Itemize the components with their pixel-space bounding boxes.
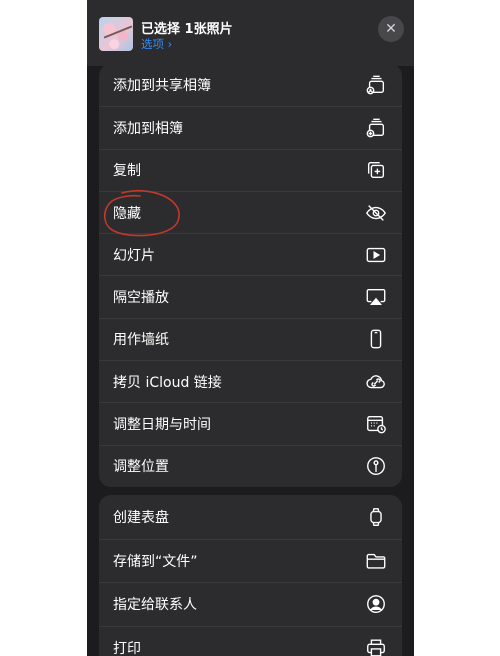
share-sheet: 已选择 1张照片 选项 › ✕ 添加到共享相簿 添加到相簿 复制 隐藏 幻灯片 … — [87, 0, 414, 656]
actions-group-primary: 添加到共享相簿 添加到相簿 复制 隐藏 幻灯片 隔空播放 用作墙纸 拷贝 iCl… — [99, 64, 402, 487]
slideshow-play-icon — [364, 243, 388, 267]
photo-thumbnail — [99, 17, 133, 51]
printer-icon — [364, 636, 388, 656]
options-link[interactable]: 选项 › — [141, 36, 172, 52]
menu-item-create-watch-face[interactable]: 创建表盘 — [99, 495, 402, 539]
shared-album-icon — [364, 73, 388, 97]
menu-item-hide[interactable]: 隐藏 — [99, 190, 402, 233]
share-sheet-header: 已选择 1张照片 选项 › ✕ — [87, 0, 414, 66]
menu-item-use-as-wallpaper[interactable]: 用作墙纸 — [99, 317, 402, 360]
menu-item-duplicate[interactable]: 复制 — [99, 148, 402, 191]
add-to-album-icon — [364, 116, 388, 140]
menu-item-label: 调整日期与时间 — [113, 417, 211, 434]
contact-person-icon — [364, 592, 388, 616]
menu-item-save-to-files[interactable]: 存储到“文件” — [99, 538, 402, 583]
menu-item-label: 指定给联系人 — [113, 597, 197, 614]
menu-item-add-to-shared-album[interactable]: 添加到共享相簿 — [99, 64, 402, 106]
menu-item-label: 隐藏 — [113, 205, 141, 222]
menu-item-label: 添加到共享相簿 — [113, 78, 211, 95]
hide-eye-icon — [364, 201, 388, 225]
actions-group-secondary: 创建表盘 存储到“文件” 指定给联系人 打印 — [99, 495, 402, 656]
menu-item-label: 复制 — [113, 163, 141, 180]
menu-item-assign-to-contact[interactable]: 指定给联系人 — [99, 582, 402, 626]
link-cloud-icon — [364, 370, 388, 394]
menu-item-adjust-date-time[interactable]: 调整日期与时间 — [99, 402, 402, 444]
selection-title: 已选择 1张照片 — [141, 22, 233, 37]
menu-item-airplay[interactable]: 隔空播放 — [99, 275, 402, 317]
menu-item-label: 打印 — [113, 641, 141, 656]
menu-item-slideshow[interactable]: 幻灯片 — [99, 233, 402, 275]
menu-item-label: 用作墙纸 — [113, 332, 169, 349]
menu-item-label: 创建表盘 — [113, 509, 169, 526]
menu-item-label: 幻灯片 — [113, 247, 155, 264]
phone-wallpaper-icon — [364, 327, 388, 351]
menu-item-label: 拷贝 iCloud 链接 — [113, 374, 222, 391]
location-pin-icon — [364, 454, 388, 478]
watch-icon — [364, 505, 388, 529]
duplicate-icon — [364, 158, 388, 182]
folder-icon — [364, 549, 388, 573]
close-icon: ✕ — [385, 21, 397, 37]
menu-item-print[interactable]: 打印 — [99, 625, 402, 656]
calendar-clock-icon — [364, 412, 388, 436]
close-button[interactable]: ✕ — [378, 16, 404, 42]
menu-item-label: 调整位置 — [113, 459, 169, 476]
menu-item-copy-icloud-link[interactable]: 拷贝 iCloud 链接 — [99, 360, 402, 402]
menu-item-label: 存储到“文件” — [113, 553, 198, 570]
menu-item-label: 隔空播放 — [113, 290, 169, 307]
menu-item-adjust-location[interactable]: 调整位置 — [99, 444, 402, 487]
airplay-icon — [364, 285, 388, 309]
menu-item-add-to-album[interactable]: 添加到相簿 — [99, 106, 402, 148]
menu-item-label: 添加到相簿 — [113, 120, 183, 137]
